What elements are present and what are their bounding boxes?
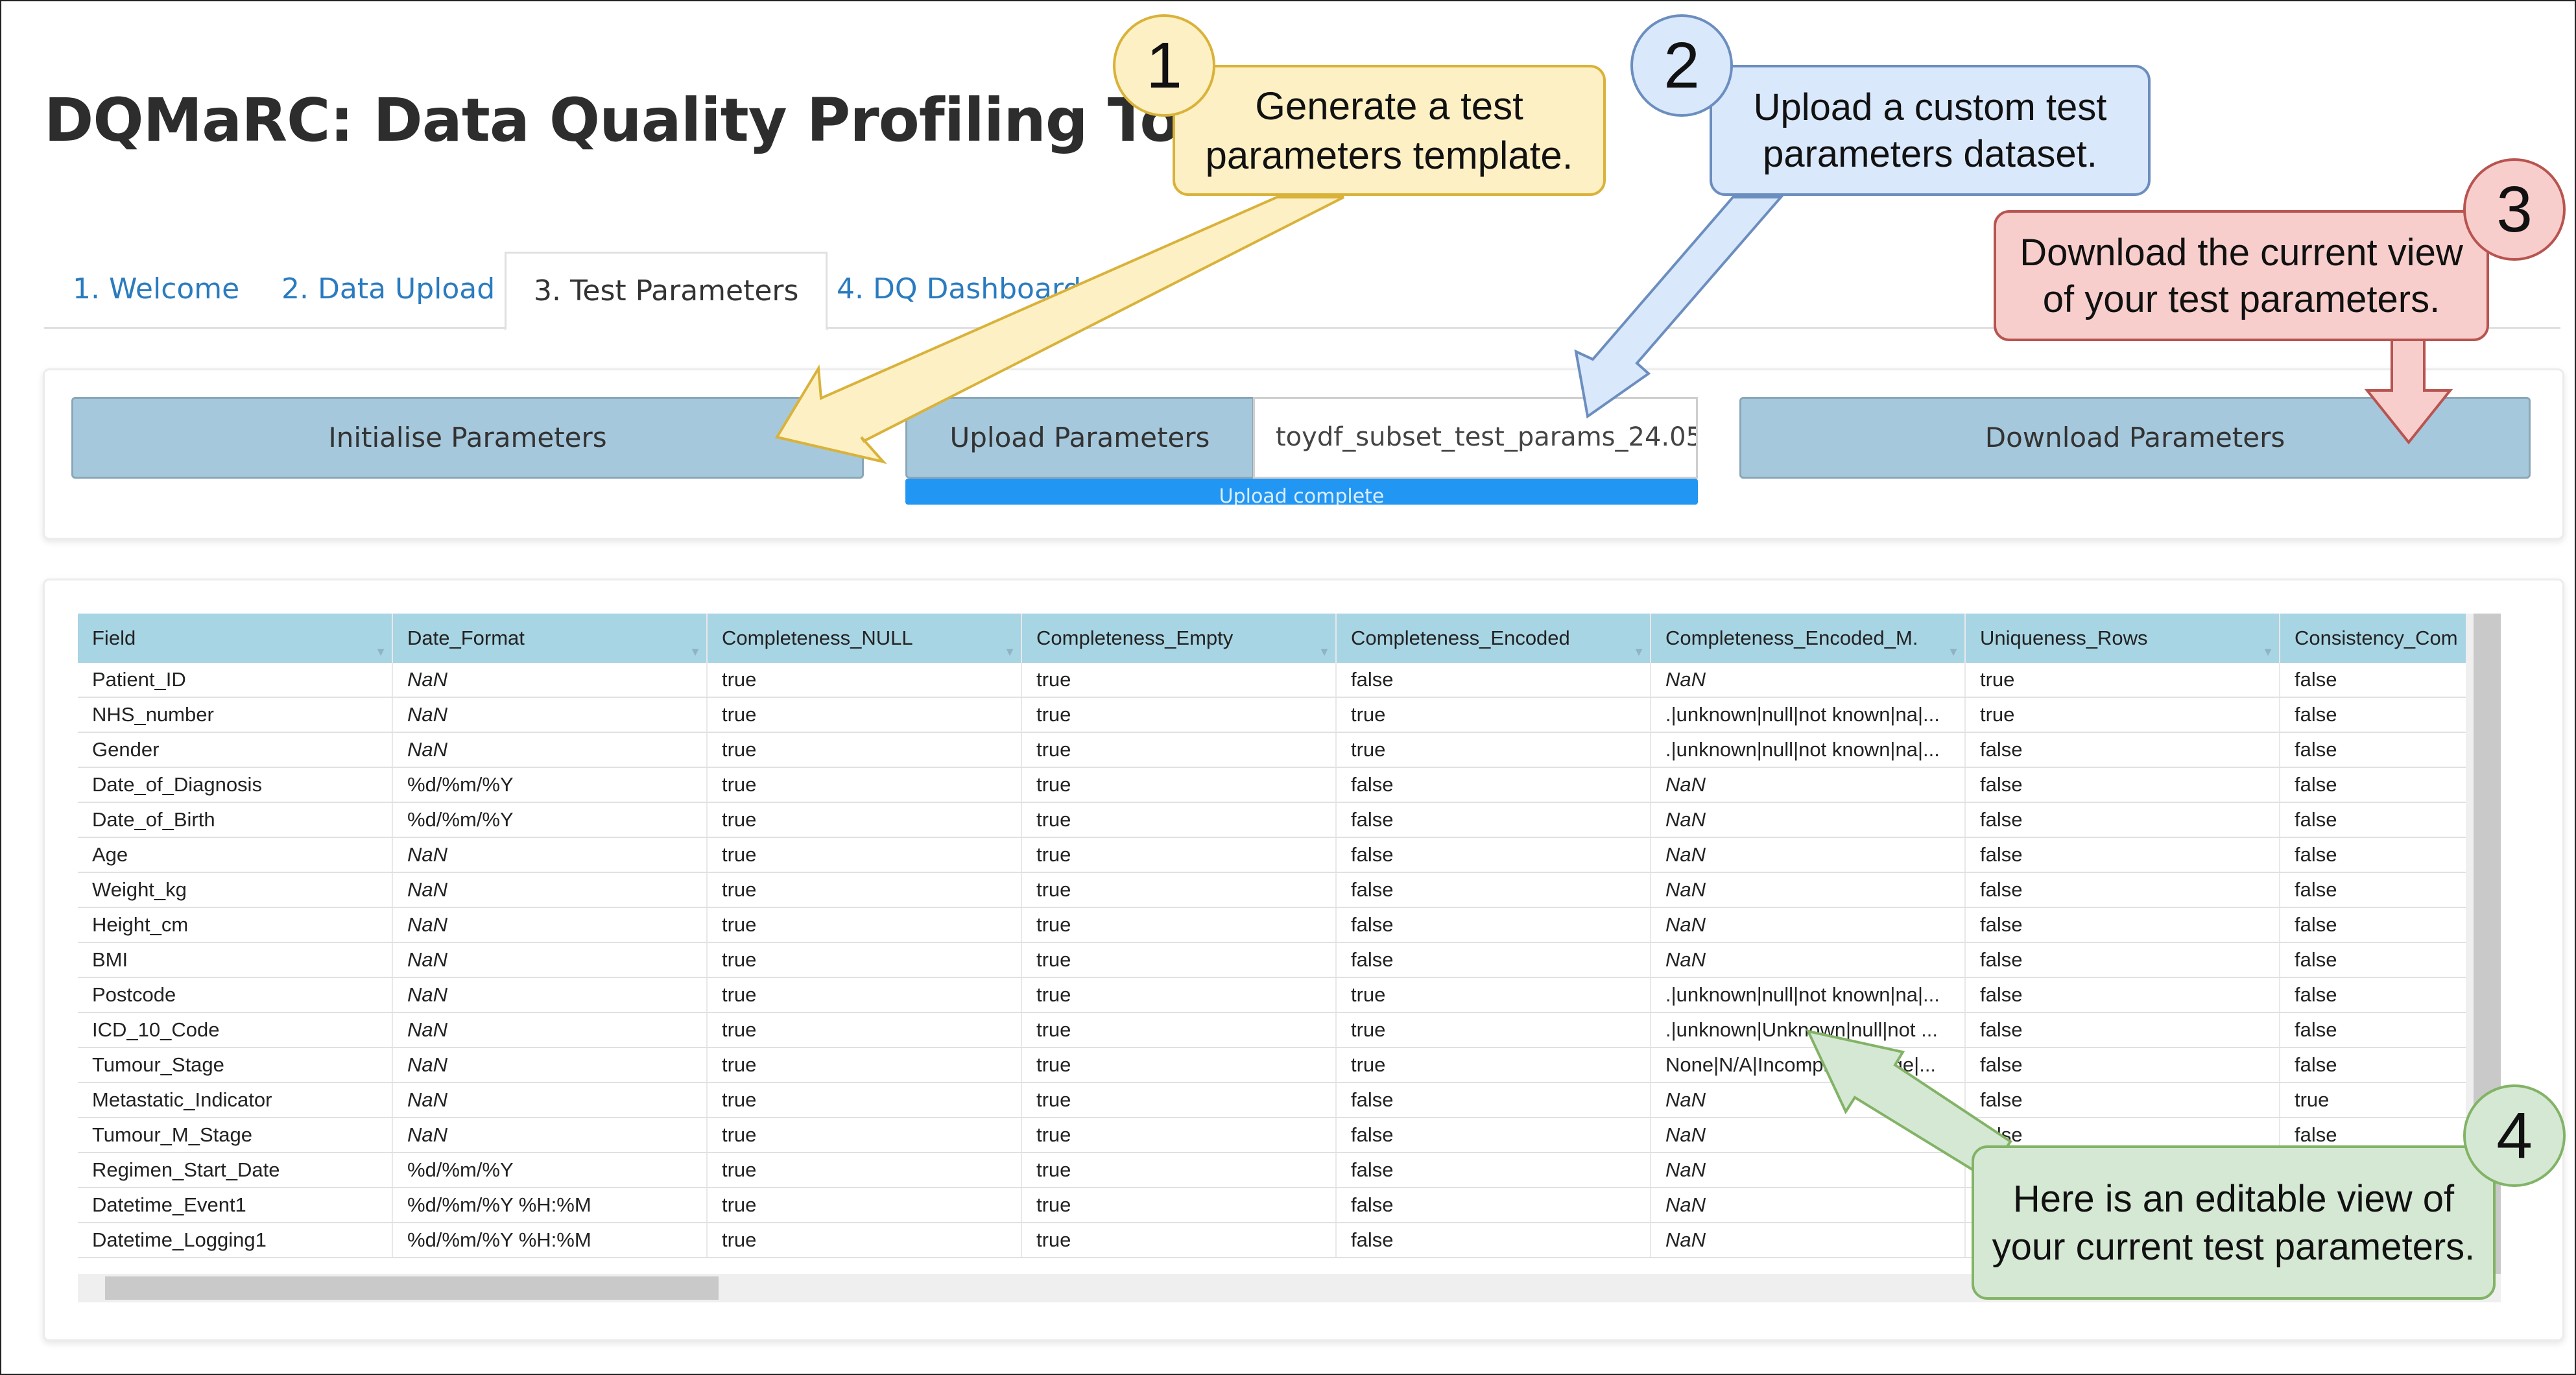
callout-4-line2: your current test parameters. [1992,1226,2475,1268]
callout-2: Upload a custom test parameters dataset. [1710,65,2151,196]
callout-4-line1: Here is an editable view of [2012,1178,2455,1220]
callout-3: Download the current view of your test p… [1994,210,2489,341]
callout-1-line2: parameters template. [1205,134,1573,177]
callout-3-line2: of your test parameters. [2042,278,2440,320]
screenshot-frame: DQMaRC: Data Quality Profiling Tool 1. W… [0,0,2576,1375]
callout-1: Generate a test parameters template. [1173,65,1606,196]
callout-2-line2: parameters dataset. [1763,133,2097,175]
callout-2-number: 2 [1630,14,1733,117]
callout-3-line1: Download the current view [2020,232,2463,274]
callout-4: Here is an editable view of your current… [1972,1145,2496,1300]
callout-3-number: 3 [2463,158,2566,261]
callout-1-line1: Generate a test [1255,84,1523,128]
callout-2-line1: Upload a custom test [1753,86,2107,128]
arrow-1 [774,196,1344,464]
arrow-2 [1574,196,1784,419]
arrow-3 [2364,337,2453,445]
callout-1-number: 1 [1113,14,1215,117]
callout-4-number: 4 [2463,1084,2566,1187]
